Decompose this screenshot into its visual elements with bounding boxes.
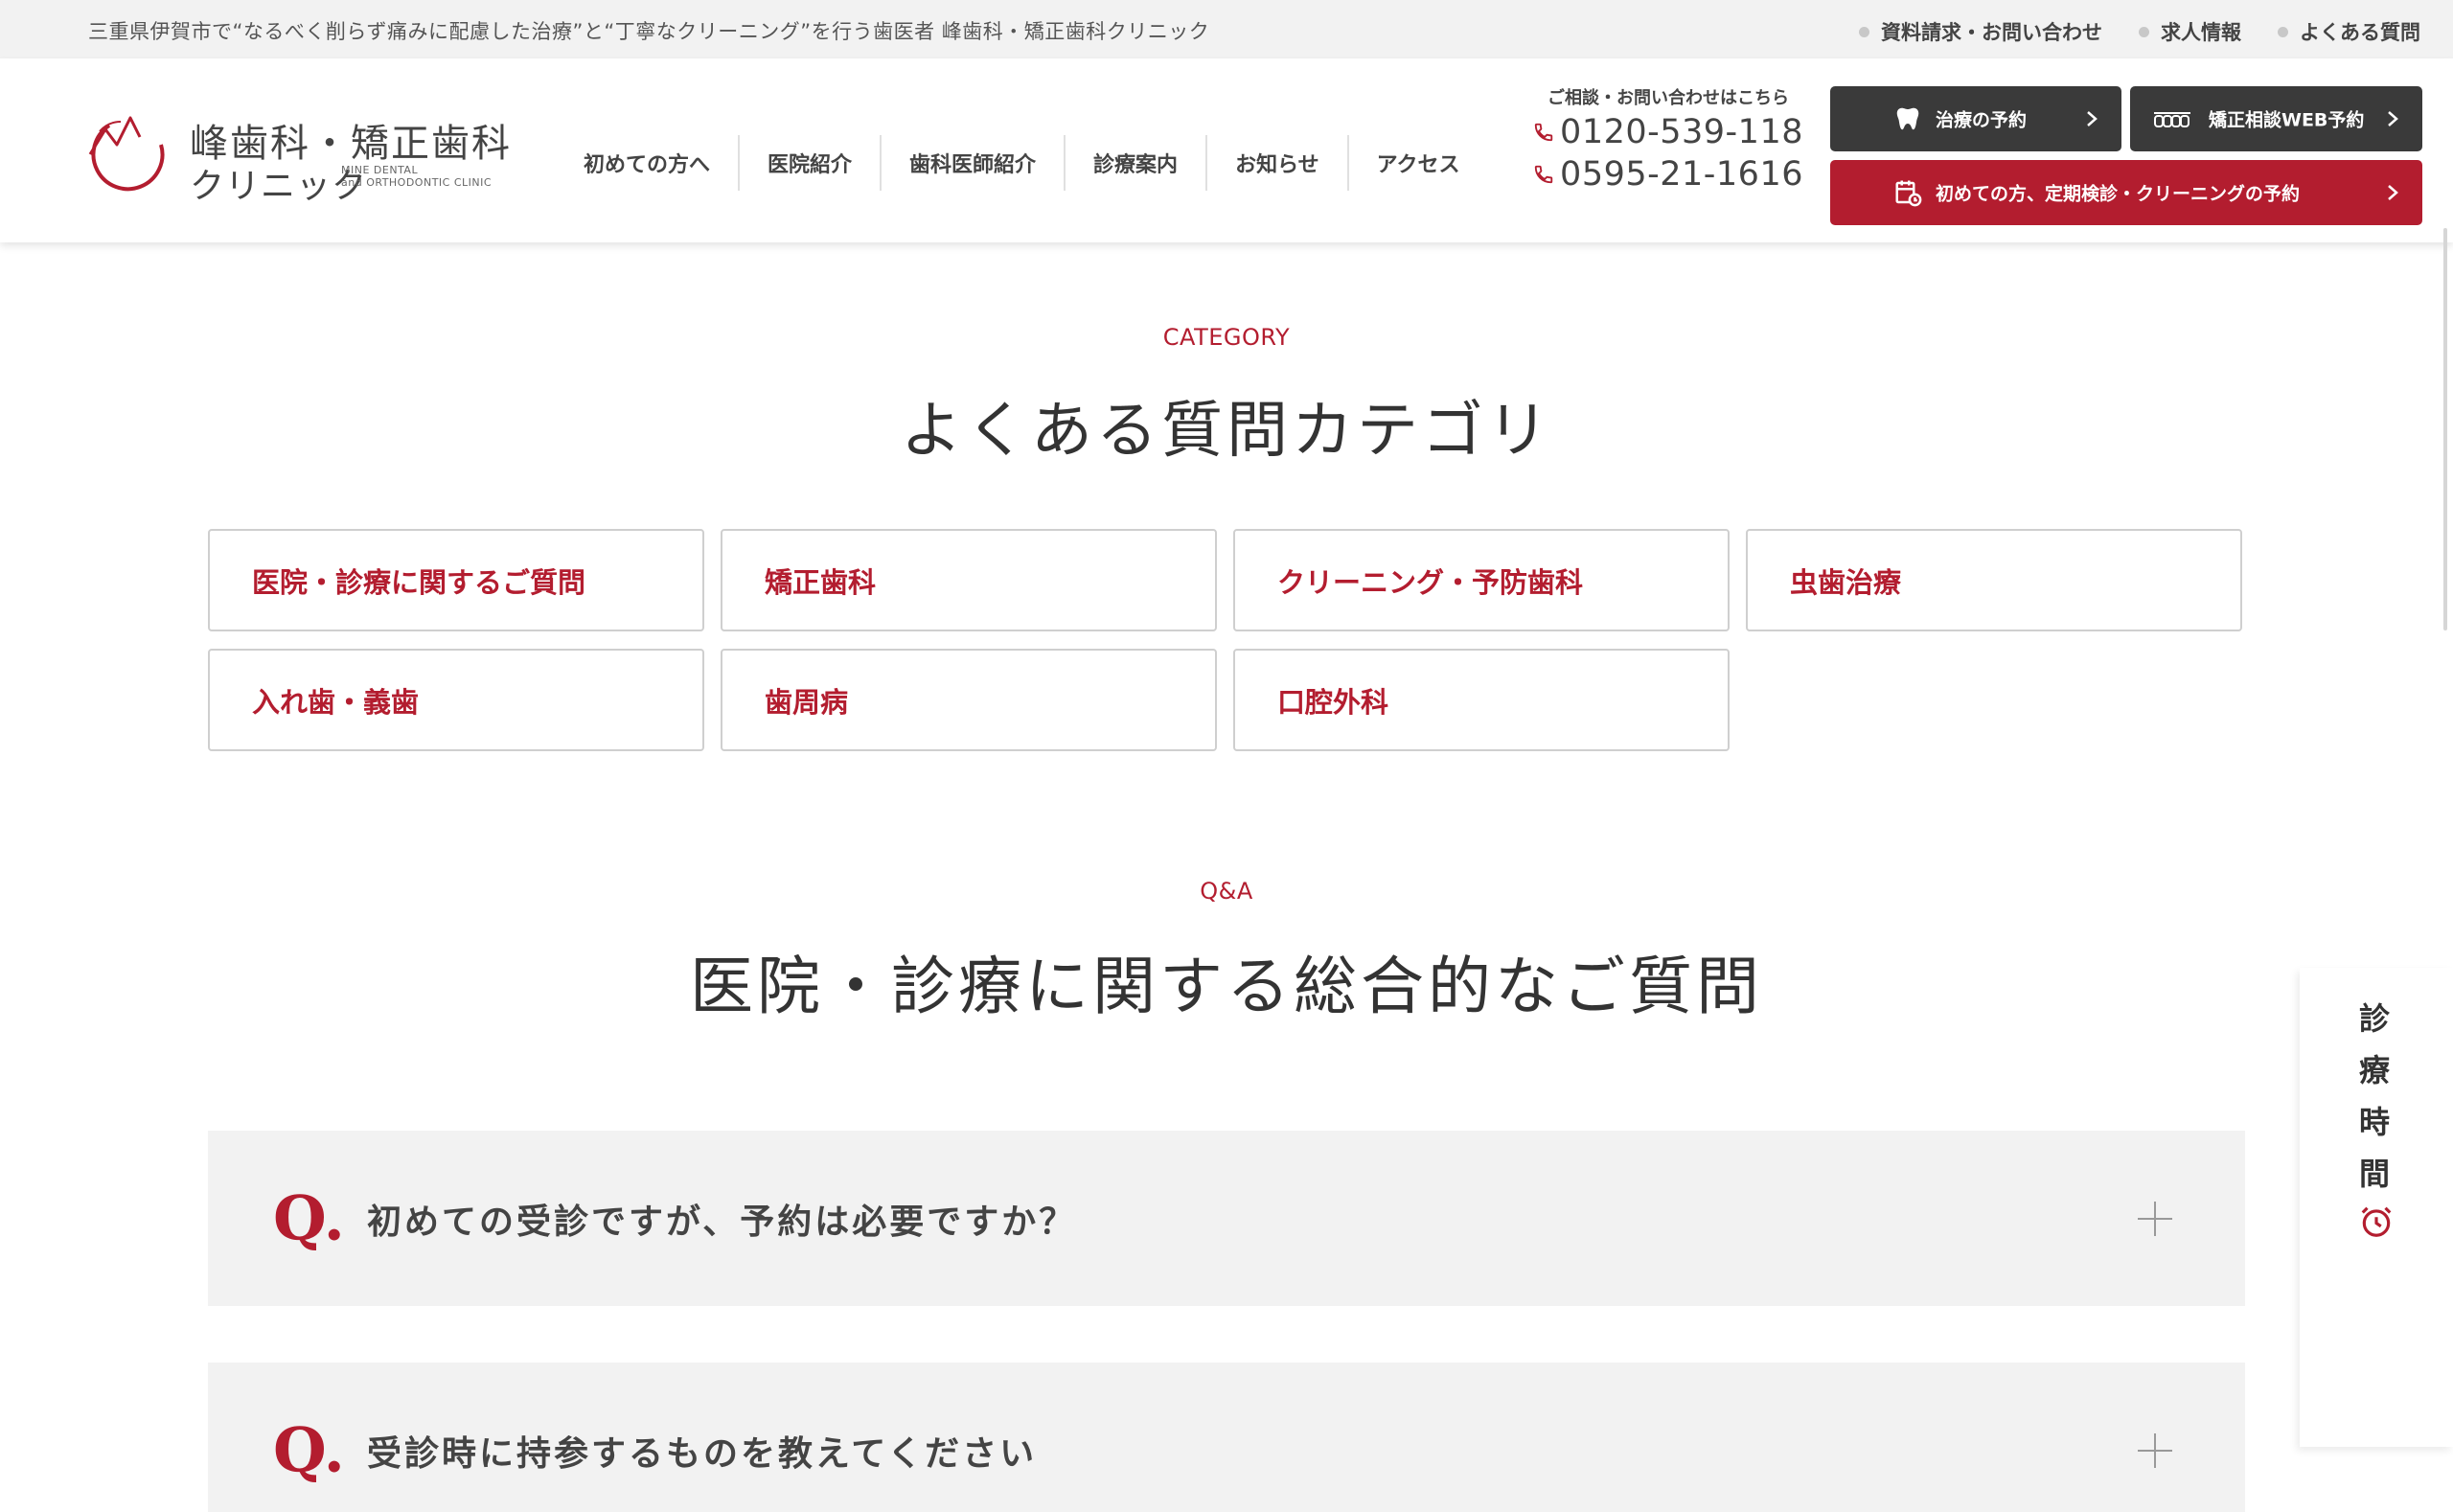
plus-icon[interactable] — [2138, 1201, 2172, 1236]
category-dentures[interactable]: 入れ歯・義歯 — [208, 649, 704, 751]
category-heading: よくある質問カテゴリ — [901, 396, 1552, 467]
phone-icon — [1534, 165, 1553, 184]
phone-number: 0120-539-118 — [1560, 113, 1803, 151]
phone-icon — [1534, 123, 1553, 142]
utility-links: 資料請求・お問い合わせ 求人情報 よくある質問 — [1859, 17, 2420, 46]
category-oral-surgery[interactable]: 口腔外科 — [1233, 649, 1730, 751]
mountain-logo-icon — [88, 116, 165, 192]
qa-heading: 医院・診療に関する総合的なご質問 — [690, 950, 1763, 1023]
utility-link-label: よくある質問 — [2300, 21, 2420, 44]
chevron-right-icon — [2087, 111, 2098, 126]
global-nav: 初めての方へ 医院紹介 歯科医師紹介 診療案内 お知らせ アクセス — [556, 135, 1488, 191]
alarm-clock-icon — [2361, 1206, 2392, 1237]
utility-link-label: 資料請求・お問い合わせ — [1881, 21, 2102, 44]
bullet-icon — [2278, 26, 2288, 37]
braces-icon — [2154, 112, 2190, 127]
faq-accordion-item[interactable]: Q. 受診時に持参するものを教えてください — [208, 1363, 2245, 1512]
nav-item-dentists[interactable]: 歯科医師紹介 — [880, 135, 1064, 191]
category-periodontal[interactable]: 歯周病 — [721, 649, 1217, 751]
contact-caption: ご相談・お問い合わせはこちら — [1547, 88, 1789, 108]
nav-item-clinic[interactable]: 医院紹介 — [738, 135, 880, 191]
utility-link-faq[interactable]: よくある質問 — [2278, 17, 2420, 46]
category-cleaning-prevention[interactable]: クリーニング・予防歯科 — [1233, 529, 1730, 631]
chevron-right-icon — [2388, 111, 2398, 126]
page-scrollbar[interactable] — [2443, 228, 2447, 630]
category-eyebrow: CATEGORY — [1162, 324, 1291, 351]
page: { "topbar": { "tagline": "三重県伊賀市で“なるべく削ら… — [0, 0, 2453, 1512]
phone-number: 0595-21-1616 — [1560, 155, 1803, 194]
logo-name-en-line1: MINE DENTAL — [341, 164, 419, 176]
utility-link-inquiry[interactable]: 資料請求・お問い合わせ — [1859, 17, 2102, 46]
clinic-logo[interactable]: 峰歯科・矯正歯科 クリニック MINE DENTAL and ORTHODONT… — [82, 112, 510, 206]
plus-icon[interactable] — [2138, 1432, 2172, 1468]
phone-link-local[interactable]: 0595-21-1616 — [1533, 155, 1803, 194]
top-info-bar: 三重県伊賀市で“なるべく削らず痛みに配慮した治療”と“丁寧なクリーニング”を行う… — [0, 0, 2453, 58]
treatment-reservation-label: 治療の予約 — [1936, 109, 2028, 131]
calendar-clock-icon — [1895, 180, 1922, 207]
clinic-hours-label: 診療時間 — [2358, 1000, 2390, 1192]
chevron-right-icon — [2388, 185, 2398, 200]
site-tagline: 三重県伊賀市で“なるべく削らず痛みに配慮した治療”と“丁寧なクリーニング”を行う… — [88, 20, 1210, 43]
phone-link-tollfree[interactable]: 0120-539-118 — [1533, 113, 1803, 151]
category-orthodontics[interactable]: 矯正歯科 — [721, 529, 1217, 631]
utility-link-label: 求人情報 — [2161, 21, 2241, 44]
category-cavity-treatment[interactable]: 虫歯治療 — [1746, 529, 2242, 631]
ortho-web-reservation-button[interactable]: 矯正相談WEB予約 — [2130, 86, 2422, 151]
nav-item-first-visit[interactable]: 初めての方へ — [556, 135, 738, 191]
question-text: 受診時に持参するものを教えてください — [367, 1433, 1038, 1474]
logo-name-en: MINE DENTAL and ORTHODONTIC CLINIC — [341, 164, 514, 189]
qa-eyebrow: Q&A — [1200, 878, 1253, 905]
contact-block: ご相談・お問い合わせはこちら 0120-539-118 0595-21-1616 — [1533, 84, 1803, 194]
question-text: 初めての受診ですが、予約は必要ですか？ — [367, 1202, 1077, 1242]
first-visit-reservation-label: 初めての方、定期検診・クリーニングの予約 — [1936, 183, 2301, 205]
nav-item-treatments[interactable]: 診療案内 — [1064, 135, 1205, 191]
treatment-reservation-button[interactable]: 治療の予約 — [1830, 86, 2121, 151]
faq-accordion-item[interactable]: Q. 初めての受診ですが、予約は必要ですか？ — [208, 1131, 2245, 1306]
category-clinic-general[interactable]: 医院・診療に関するご質問 — [208, 529, 704, 631]
question-mark-label: Q. — [273, 1182, 345, 1254]
bullet-icon — [2139, 26, 2149, 37]
nav-item-access[interactable]: アクセス — [1346, 135, 1488, 191]
logo-name-en-line2: and ORTHODONTIC CLINIC — [341, 176, 493, 189]
bullet-icon — [1859, 26, 1869, 37]
nav-item-news[interactable]: お知らせ — [1205, 135, 1347, 191]
first-visit-reservation-button[interactable]: 初めての方、定期検診・クリーニングの予約 — [1830, 160, 2422, 225]
question-mark-label: Q. — [273, 1414, 345, 1486]
clinic-hours-side-tab[interactable]: 診療時間 — [2300, 968, 2453, 1447]
tooth-icon — [1896, 107, 1919, 130]
ortho-web-reservation-label: 矯正相談WEB予約 — [2209, 109, 2365, 131]
utility-link-recruit[interactable]: 求人情報 — [2139, 17, 2241, 46]
